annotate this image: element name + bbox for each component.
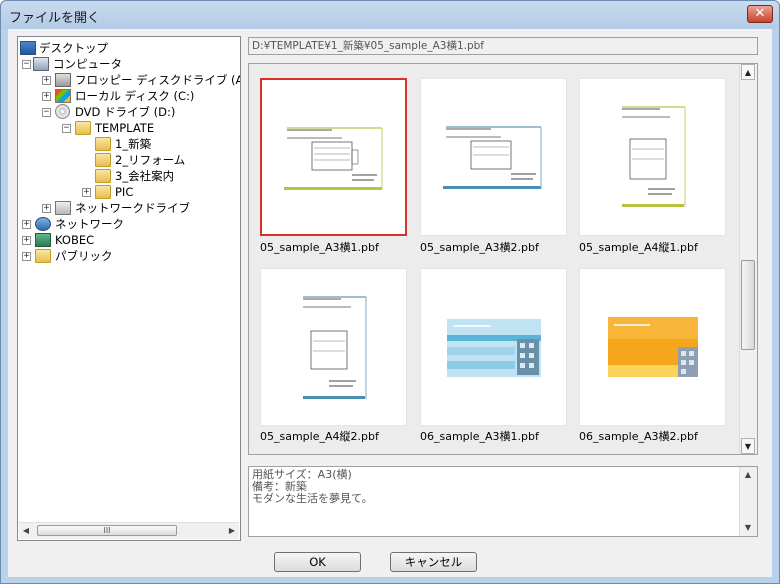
document-preview-image <box>622 106 686 207</box>
window-title: ファイルを開く <box>9 11 101 26</box>
tree-item-template[interactable]: − TEMPLATE <box>20 120 240 136</box>
thumbnail-label: 05_sample_A4縦1.pbf <box>579 241 698 254</box>
collapse-icon[interactable]: − <box>62 124 71 133</box>
file-open-dialog: ファイルを開く ✕ デスクトップ − コンピュータ + フロッピー ディスクドラ… <box>0 0 780 584</box>
close-button[interactable]: ✕ <box>747 5 773 23</box>
tree-label: PIC <box>115 185 134 199</box>
thumbnail-label: 05_sample_A4縦2.pbf <box>260 430 379 443</box>
scroll-up-icon[interactable]: ▲ <box>741 468 755 482</box>
dialog-body: デスクトップ − コンピュータ + フロッピー ディスクドライブ (A: + ロ… <box>8 29 772 577</box>
thumbnail-label: 05_sample_A3横1.pbf <box>260 241 379 254</box>
tree-label: DVD ドライブ (D:) <box>75 105 176 119</box>
computer-icon <box>33 57 49 71</box>
scroll-down-icon[interactable]: ▼ <box>741 438 755 454</box>
tree-label: 2_リフォーム <box>115 153 186 167</box>
expand-icon[interactable]: + <box>22 220 31 229</box>
tree-item-public[interactable]: + パブリック <box>20 248 240 264</box>
tree-label: ネットワークドライブ <box>75 201 190 215</box>
expand-icon[interactable]: + <box>22 236 31 245</box>
tree-item-pic[interactable]: + PIC <box>20 184 240 200</box>
thumbnail-card[interactable] <box>579 78 726 236</box>
document-preview-image <box>443 126 542 189</box>
tree-label: パブリック <box>55 249 113 263</box>
tree-horizontal-scrollbar[interactable]: ◀ III ▶ <box>19 522 239 539</box>
thumbnail-label: 05_sample_A3横2.pbf <box>420 241 539 254</box>
scroll-down-icon[interactable]: ▼ <box>741 521 755 535</box>
tree-label: TEMPLATE <box>95 121 155 135</box>
desktop-icon <box>20 41 36 55</box>
user-icon <box>35 233 51 247</box>
floppy-drive-icon <box>55 73 71 87</box>
document-preview-image <box>608 317 698 377</box>
scroll-left-icon[interactable]: ◀ <box>19 524 33 538</box>
tree-item-local-disk[interactable]: + ローカル ディスク (C:) <box>20 88 240 104</box>
tree-item-reform[interactable]: 2_リフォーム <box>20 152 240 168</box>
scroll-thumb[interactable] <box>741 260 755 350</box>
info-vertical-scrollbar[interactable]: ▲ ▼ <box>739 467 757 536</box>
title-bar: ファイルを開く ✕ <box>1 1 779 29</box>
tree-label: コンピュータ <box>53 57 122 71</box>
folder-icon <box>95 153 111 167</box>
expand-icon[interactable]: + <box>42 204 51 213</box>
scroll-thumb[interactable]: III <box>37 525 177 536</box>
expand-icon[interactable]: + <box>42 76 51 85</box>
tree-label: ネットワーク <box>55 217 124 231</box>
tree-item-kobec[interactable]: + KOBEC <box>20 232 240 248</box>
document-preview-image <box>447 319 541 377</box>
tree-item-network-drive[interactable]: + ネットワークドライブ <box>20 200 240 216</box>
network-drive-icon <box>55 201 71 215</box>
thumbnail-card[interactable] <box>420 268 567 426</box>
thumbnail-card[interactable] <box>260 268 407 426</box>
thumbnail-card[interactable] <box>260 78 407 236</box>
thumbnail-card[interactable] <box>579 268 726 426</box>
document-preview-image <box>303 296 367 399</box>
expand-icon[interactable]: + <box>82 188 91 197</box>
path-field[interactable]: D:¥TEMPLATE¥1_新築¥05_sample_A3横1.pbf <box>248 37 758 55</box>
expand-icon[interactable]: + <box>22 252 31 261</box>
tree-label: 3_会社案内 <box>115 169 175 183</box>
tree-label: 1_新築 <box>115 137 152 151</box>
tree-label: デスクトップ <box>39 41 108 55</box>
folder-tree: デスクトップ − コンピュータ + フロッピー ディスクドライブ (A: + ロ… <box>17 36 241 541</box>
dvd-icon <box>55 104 70 119</box>
folder-icon <box>75 121 91 135</box>
scroll-right-icon[interactable]: ▶ <box>225 524 239 538</box>
tree-label: フロッピー ディスクドライブ (A: <box>75 73 241 87</box>
collapse-icon[interactable]: − <box>42 108 51 117</box>
thumbnail-label: 06_sample_A3横2.pbf <box>579 430 698 443</box>
thumbnail-vertical-scrollbar[interactable]: ▲ ▼ <box>739 64 757 454</box>
file-info-box: 用紙サイズ：A3(横) 備考：新築 モダンな生活を夢見て。 ▲ ▼ <box>248 466 758 537</box>
tree-item-network[interactable]: + ネットワーク <box>20 216 240 232</box>
tree-label: ローカル ディスク (C:) <box>75 89 195 103</box>
thumbnail-label: 06_sample_A3横1.pbf <box>420 430 539 443</box>
thumbnail-card[interactable] <box>420 78 567 236</box>
tree-item-computer[interactable]: − コンピュータ <box>20 56 220 72</box>
folder-icon <box>95 169 111 183</box>
folder-icon <box>35 249 51 263</box>
expand-icon[interactable]: + <box>42 92 51 101</box>
scroll-up-icon[interactable]: ▲ <box>741 64 755 80</box>
local-disk-icon <box>55 89 71 103</box>
info-description: モダンな生活を夢見て。 <box>252 492 373 505</box>
tree-item-desktop[interactable]: デスクトップ <box>20 40 220 56</box>
tree-item-company[interactable]: 3_会社案内 <box>20 168 240 184</box>
folder-icon <box>95 137 111 151</box>
document-preview-image <box>284 127 383 190</box>
ok-button[interactable]: OK <box>274 552 361 572</box>
network-icon <box>35 217 51 231</box>
thumbnail-view: 05_sample_A3横1.pbf 05_sample_A3横2.pbf 05… <box>248 63 758 455</box>
tree-item-shinchiku[interactable]: 1_新築 <box>20 136 240 152</box>
collapse-icon[interactable]: − <box>22 60 31 69</box>
tree-label: KOBEC <box>55 233 95 247</box>
folder-icon <box>95 185 111 199</box>
cancel-button[interactable]: キャンセル <box>390 552 477 572</box>
tree-item-floppy[interactable]: + フロッピー ディスクドライブ (A: <box>20 72 241 88</box>
tree-item-dvd-drive[interactable]: − DVD ドライブ (D:) <box>20 104 240 120</box>
